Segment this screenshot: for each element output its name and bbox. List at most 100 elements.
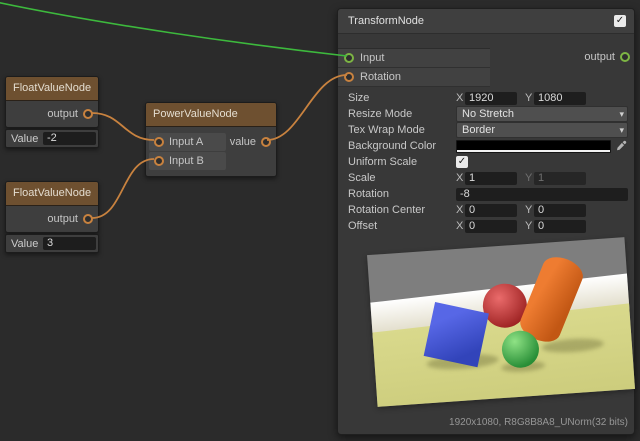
- offset-x-field[interactable]: 0: [465, 220, 517, 233]
- node-graph-canvas[interactable]: FloatValueNode output Value -2 FloatValu…: [0, 0, 640, 441]
- resize-mode-label: Resize Mode: [348, 108, 456, 120]
- background-color-row: Background Color: [338, 138, 634, 154]
- transform-input-port-list: Input Rotation: [338, 48, 490, 87]
- power-input-b-row[interactable]: Input B: [149, 152, 226, 170]
- float-value-node-2-header[interactable]: FloatValueNode: [6, 182, 98, 206]
- float-value-node-2-body: output: [6, 206, 98, 232]
- scale-x-axis-label: X: [456, 172, 465, 184]
- resize-mode-row: Resize Mode No Stretch ▾: [338, 106, 634, 122]
- scale-row: Scale X 1 Y 1: [338, 170, 634, 186]
- float1-value-row: Value -2: [5, 129, 99, 148]
- rotation-center-y-field[interactable]: 0: [534, 204, 586, 217]
- uniform-scale-label: Uniform Scale: [348, 156, 456, 168]
- transform-properties: Size X 1920 Y 1080 Resize Mode No Stretc…: [338, 90, 634, 234]
- float2-output-port[interactable]: [83, 214, 93, 224]
- rotation-field[interactable]: -8: [456, 188, 628, 201]
- wire-power-to-rotation[interactable]: [267, 75, 347, 140]
- eyedropper-icon[interactable]: [614, 140, 628, 152]
- preview-area: [338, 234, 634, 414]
- power-output-port[interactable]: [261, 137, 271, 147]
- float1-output-port[interactable]: [83, 109, 93, 119]
- size-y-axis-label: Y: [525, 92, 534, 104]
- preview-caption: 1920x1080, R8G8B8A8_UNorm(32 bits): [338, 414, 634, 434]
- float1-value-label: Value: [6, 133, 43, 145]
- transform-node[interactable]: TransformNode ✓ Input Rotation output: [337, 8, 635, 435]
- float-value-node-2[interactable]: FloatValueNode output: [5, 181, 99, 233]
- transform-input-port[interactable]: [344, 53, 354, 63]
- alpha-bar: [457, 150, 610, 152]
- size-x-field[interactable]: 1920: [465, 92, 517, 105]
- float2-value-row: Value 3: [5, 234, 99, 253]
- resize-mode-value: No Stretch: [462, 108, 514, 120]
- offset-y-field[interactable]: 0: [534, 220, 586, 233]
- transform-output-port[interactable]: [620, 52, 630, 62]
- rotation-center-y-axis-label: Y: [525, 204, 534, 216]
- transform-ports-section: Input Rotation output: [338, 34, 634, 90]
- transform-node-title: TransformNode: [348, 15, 614, 27]
- rotation-label: Rotation: [348, 188, 456, 200]
- transform-node-header[interactable]: TransformNode ✓: [338, 9, 634, 34]
- offset-row: Offset X 0 Y 0: [338, 218, 634, 234]
- power-input-a-port[interactable]: [154, 137, 164, 147]
- background-color-label: Background Color: [348, 140, 456, 152]
- float2-value-label: Value: [6, 238, 43, 250]
- scale-x-field[interactable]: 1: [465, 172, 517, 185]
- offset-label: Offset: [348, 220, 456, 232]
- scale-label: Scale: [348, 172, 456, 184]
- offset-x-axis-label: X: [456, 220, 465, 232]
- background-color-swatch[interactable]: [456, 140, 611, 153]
- power-input-a-row[interactable]: Input A: [149, 133, 226, 151]
- power-input-b-port[interactable]: [154, 156, 164, 166]
- check-icon: ✓: [616, 16, 624, 26]
- float2-value-field[interactable]: 3: [43, 237, 96, 250]
- preview-image: [367, 237, 635, 407]
- rotation-center-row: Rotation Center X 0 Y 0: [338, 202, 634, 218]
- float2-output-label: output: [47, 213, 78, 225]
- power-value-node-header[interactable]: PowerValueNode: [146, 103, 276, 127]
- float-value-node-1-header[interactable]: FloatValueNode: [6, 77, 98, 101]
- float1-output-label: output: [47, 108, 78, 120]
- uniform-scale-checkbox[interactable]: ✓: [456, 156, 468, 168]
- transform-input-label: Input: [360, 52, 384, 64]
- transform-input-port-row[interactable]: Input: [338, 49, 490, 68]
- transform-output-port-row[interactable]: output: [584, 48, 630, 66]
- power-input-b-label: Input B: [169, 155, 204, 167]
- resize-mode-dropdown[interactable]: No Stretch ▾: [456, 106, 628, 122]
- power-value-node-title: PowerValueNode: [153, 108, 238, 120]
- wire-external-to-input[interactable]: [0, 2, 347, 56]
- rotation-center-x-axis-label: X: [456, 204, 465, 216]
- float1-value-field[interactable]: -2: [43, 132, 96, 145]
- power-value-node-body: Input A Input B value: [146, 127, 276, 176]
- transform-rotation-label: Rotation: [360, 71, 401, 83]
- float-value-node-1-body: output: [6, 101, 98, 127]
- scale-y-field: 1: [534, 172, 586, 185]
- rotation-center-x-field[interactable]: 0: [465, 204, 517, 217]
- tex-wrap-mode-value: Border: [462, 124, 495, 136]
- rotation-row: Rotation -8: [338, 186, 634, 202]
- rotation-center-label: Rotation Center: [348, 204, 456, 216]
- size-label: Size: [348, 92, 456, 104]
- power-value-node[interactable]: PowerValueNode Input A Input B value: [145, 102, 277, 177]
- float-value-node-1-title: FloatValueNode: [13, 82, 91, 94]
- power-output-label: value: [230, 136, 256, 148]
- size-y-field[interactable]: 1080: [534, 92, 586, 105]
- tex-wrap-mode-dropdown[interactable]: Border ▾: [456, 122, 628, 138]
- power-input-a-label: Input A: [169, 136, 203, 148]
- check-icon: ✓: [458, 157, 466, 167]
- tex-wrap-mode-row: Tex Wrap Mode Border ▾: [338, 122, 634, 138]
- chevron-down-icon: ▾: [619, 123, 624, 137]
- size-x-axis-label: X: [456, 92, 465, 104]
- size-row: Size X 1920 Y 1080: [338, 90, 634, 106]
- preview-toggle-checkbox[interactable]: ✓: [614, 15, 626, 27]
- power-output-row[interactable]: value: [230, 133, 271, 151]
- transform-rotation-port[interactable]: [344, 72, 354, 82]
- transform-output-label: output: [584, 51, 615, 63]
- blue-cube: [424, 302, 489, 367]
- chevron-down-icon: ▾: [619, 107, 624, 121]
- scale-y-axis-label: Y: [525, 172, 534, 184]
- float-value-node-1[interactable]: FloatValueNode output: [5, 76, 99, 128]
- tex-wrap-mode-label: Tex Wrap Mode: [348, 124, 456, 136]
- transform-rotation-port-row[interactable]: Rotation: [338, 68, 490, 87]
- float-value-node-2-title: FloatValueNode: [13, 187, 91, 199]
- uniform-scale-row: Uniform Scale ✓: [338, 154, 634, 170]
